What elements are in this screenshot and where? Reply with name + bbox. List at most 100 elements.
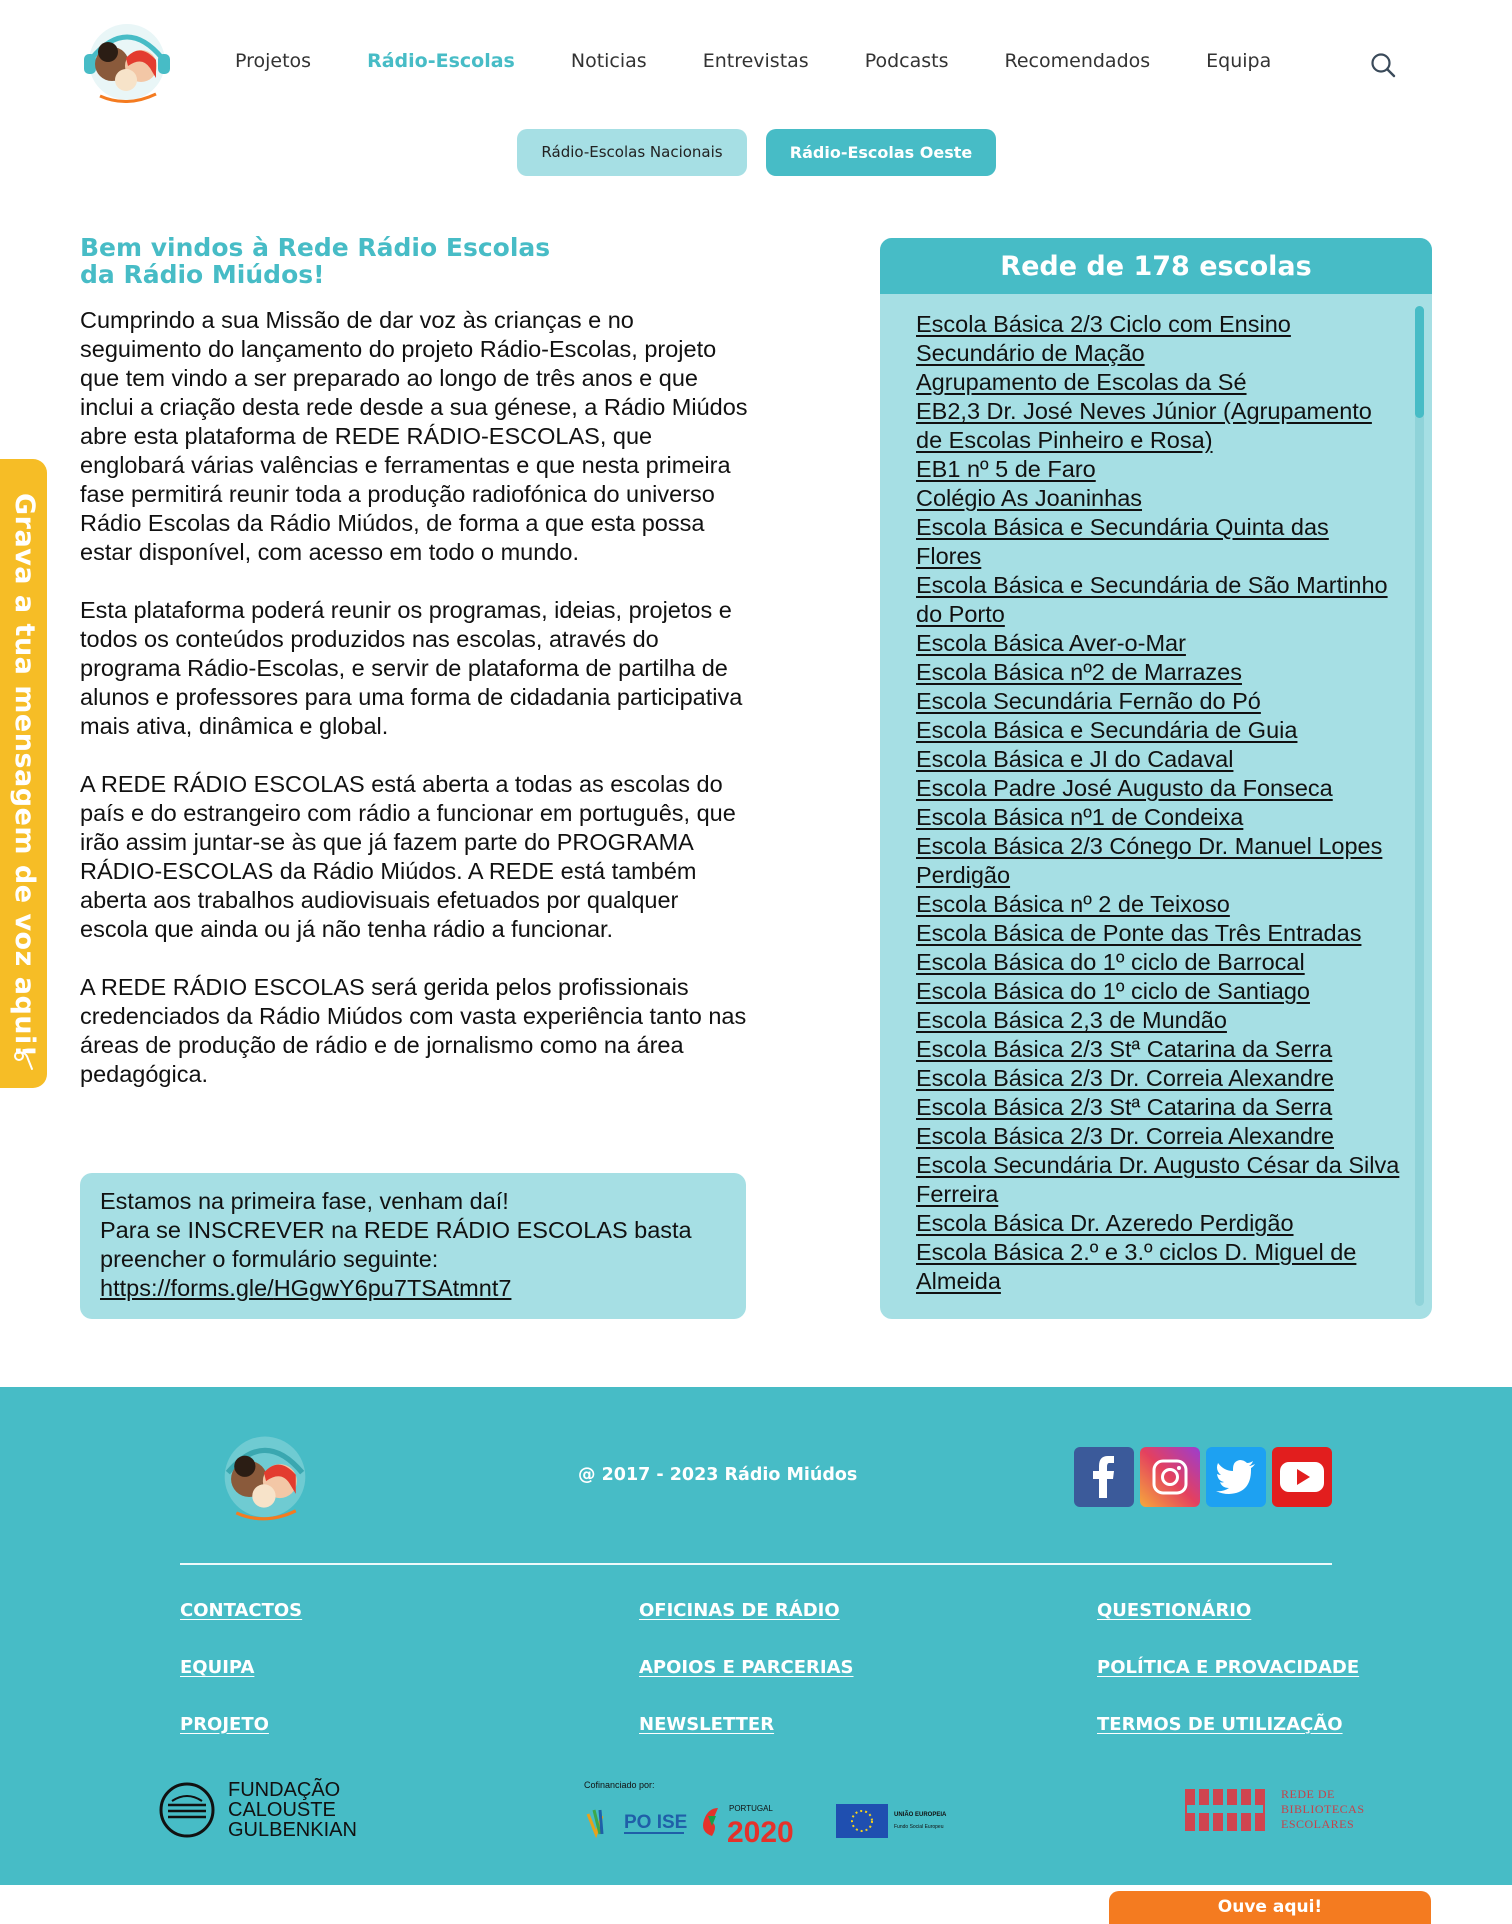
facebook-link[interactable] bbox=[1074, 1447, 1134, 1507]
youtube-link[interactable] bbox=[1272, 1447, 1332, 1507]
school-list-item: Escola Secundária Dr. Augusto César da S… bbox=[916, 1151, 1400, 1209]
tab-radio-escolas-nacionais[interactable]: Rádio-Escolas Nacionais bbox=[517, 129, 747, 176]
school-list-item: Escola Básica nº 2 de Teixoso bbox=[916, 890, 1400, 919]
school-list-item: Escola Básica Aver-o-Mar bbox=[916, 629, 1400, 658]
school-list-item: Escola Básica e Secundária Quinta das Fl… bbox=[916, 513, 1400, 571]
gulbenkian-logo-icon bbox=[159, 1782, 215, 1838]
school-link[interactable]: Escola Básica do 1º ciclo de Santiago bbox=[916, 978, 1310, 1004]
radio-miudos-logo[interactable] bbox=[78, 18, 176, 110]
signup-form-link[interactable]: https://forms.gle/HGgwY6pu7TSAtmnt7 bbox=[100, 1275, 511, 1301]
partner-rede-bibliotecas[interactable]: REDE DE BIBLIOTECAS ESCOLARES bbox=[1185, 1787, 1365, 1832]
svg-text:UNIÃO EUROPEIA: UNIÃO EUROPEIA bbox=[894, 1811, 947, 1818]
intro-body: Cumprindo a sua Missão de dar voz às cri… bbox=[80, 306, 750, 1118]
school-link[interactable]: Escola Básica 2/3 Dr. Correia Alexandre bbox=[916, 1065, 1334, 1091]
footer-link-contactos[interactable]: CONTACTOS bbox=[180, 1600, 302, 1621]
school-list-item: Escola Padre José Augusto da Fonseca bbox=[916, 774, 1400, 803]
school-link[interactable]: Escola Básica nº2 de Marrazes bbox=[916, 659, 1242, 685]
school-link[interactable]: Escola Básica e Secundária de São Martin… bbox=[916, 572, 1388, 627]
footer-link-equipa[interactable]: EQUIPA bbox=[180, 1657, 254, 1678]
school-list-item: Escola Básica e Secundária de Guia bbox=[916, 716, 1400, 745]
instagram-link[interactable] bbox=[1140, 1447, 1200, 1507]
footer-link-newsletter[interactable]: NEWSLETTER bbox=[639, 1714, 774, 1735]
school-link[interactable]: Escola Básica e JI do Cadaval bbox=[916, 746, 1233, 772]
tab-radio-escolas-oeste[interactable]: Rádio-Escolas Oeste bbox=[766, 129, 996, 176]
school-link[interactable]: Escola Básica Dr. Azeredo Perdigão bbox=[916, 1210, 1294, 1236]
search-icon[interactable] bbox=[1370, 52, 1396, 78]
school-link[interactable]: Escola Básica nº1 de Condeixa bbox=[916, 804, 1243, 830]
twitter-link[interactable] bbox=[1206, 1447, 1266, 1507]
voice-message-label: Grava a tua mensagem de voz aqui! bbox=[9, 493, 40, 1058]
nav-noticias[interactable]: Noticias bbox=[571, 50, 647, 72]
footer-link-termos[interactable]: TERMOS DE UTILIZAÇÃO bbox=[1097, 1714, 1343, 1735]
school-list: Escola Básica 2/3 Ciclo com Ensino Secun… bbox=[880, 294, 1400, 1296]
nav-projetos[interactable]: Projetos bbox=[235, 50, 311, 72]
footer-link-apoios[interactable]: APOIOS E PARCERIAS bbox=[639, 1657, 854, 1678]
school-link[interactable]: Escola Básica 2,3 de Mundão bbox=[916, 1007, 1227, 1033]
school-link[interactable]: Escola Básica 2.º e 3.º ciclos D. Miguel… bbox=[916, 1239, 1356, 1294]
gulbenkian-text: FUNDAÇÃO CALOUSTE GULBENKIAN bbox=[228, 1780, 357, 1840]
nav-podcasts[interactable]: Podcasts bbox=[865, 50, 949, 72]
schools-panel-title: Rede de 178 escolas bbox=[880, 238, 1432, 294]
footer-logo[interactable] bbox=[213, 1430, 317, 1528]
footer-link-oficinas[interactable]: OFICINAS DE RÁDIO bbox=[639, 1600, 840, 1621]
school-link[interactable]: Escola Básica 2/3 Ciclo com Ensino Secun… bbox=[916, 311, 1291, 366]
school-link[interactable]: Escola Básica de Ponte das Três Entradas bbox=[916, 920, 1361, 946]
listen-live-button[interactable]: Ouve aqui! bbox=[1109, 1891, 1431, 1924]
school-link[interactable]: Escola Básica e Secundária Quinta das Fl… bbox=[916, 514, 1329, 569]
school-list-item: Escola Secundária Fernão do Pó bbox=[916, 687, 1400, 716]
school-list-item: Escola Básica e Secundária de São Martin… bbox=[916, 571, 1400, 629]
intro-title: Bem vindos à Rede Rádio Escolas da Rádio… bbox=[80, 234, 640, 288]
partner-gulbenkian[interactable]: FUNDAÇÃO CALOUSTE GULBENKIAN bbox=[158, 1780, 357, 1840]
school-link[interactable]: Escola Básica do 1º ciclo de Barrocal bbox=[916, 949, 1305, 975]
school-link[interactable]: Escola Básica 2/3 Stª Catarina da Serra bbox=[916, 1036, 1332, 1062]
schools-panel: Rede de 178 escolas Escola Básica 2/3 Ci… bbox=[880, 238, 1432, 1319]
callout-line1: Estamos na primeira fase, venham daí! bbox=[100, 1188, 509, 1214]
signup-form-link-part2: HGgwY6pu7TSAtmnt7 bbox=[273, 1275, 512, 1301]
nav-radio-escolas[interactable]: Rádio-Escolas bbox=[367, 50, 515, 72]
school-list-item: Escola Básica e JI do Cadaval bbox=[916, 745, 1400, 774]
schools-scrollbar[interactable] bbox=[1415, 306, 1424, 1306]
intro-paragraph: Esta plataforma poderá reunir os program… bbox=[80, 597, 743, 739]
rbe-line: ESCOLARES bbox=[1281, 1817, 1355, 1831]
footer-link-politica[interactable]: POLÍTICA E PROVACIDADE bbox=[1097, 1657, 1359, 1678]
schools-scroll-thumb[interactable] bbox=[1415, 306, 1424, 418]
school-link[interactable]: Agrupamento de Escolas da Sé bbox=[916, 369, 1247, 395]
school-link[interactable]: EB2,3 Dr. José Neves Júnior (Agrupamento… bbox=[916, 398, 1372, 453]
footer-link-projeto[interactable]: PROJETO bbox=[180, 1714, 269, 1735]
school-link[interactable]: Escola Secundária Dr. Augusto César da S… bbox=[916, 1152, 1399, 1207]
header: Projetos Rádio-Escolas Noticias Entrevis… bbox=[0, 0, 1512, 120]
callout-line2: Para se INSCREVER na REDE RÁDIO ESCOLAS … bbox=[100, 1217, 692, 1272]
school-list-item: Escola Básica 2/3 Stª Catarina da Serra bbox=[916, 1093, 1400, 1122]
nav-recomendados[interactable]: Recomendados bbox=[1005, 50, 1151, 72]
rbe-line: BIBLIOTECAS bbox=[1281, 1802, 1365, 1816]
voice-message-tab[interactable]: Grava a tua mensagem de voz aqui! bbox=[0, 459, 47, 1088]
intro-paragraph: Cumprindo a sua Missão de dar voz às cri… bbox=[80, 307, 748, 565]
microphone-icon bbox=[14, 1051, 33, 1070]
footer-divider bbox=[180, 1563, 1332, 1565]
school-list-item: EB1 nº 5 de Faro bbox=[916, 455, 1400, 484]
school-link[interactable]: Escola Básica Aver-o-Mar bbox=[916, 630, 1186, 656]
instagram-icon bbox=[1152, 1459, 1188, 1495]
school-list-item: Escola Básica do 1º ciclo de Santiago bbox=[916, 977, 1400, 1006]
school-link[interactable]: Escola Básica 2/3 Stª Catarina da Serra bbox=[916, 1094, 1332, 1120]
footer-link-questionario[interactable]: QUESTIONÁRIO bbox=[1097, 1600, 1251, 1621]
partner-cofinanciamento[interactable]: Cofinanciado por: PO ISE PORTUGAL 2020 U… bbox=[584, 1780, 954, 1849]
school-link[interactable]: Escola Básica 2/3 Dr. Correia Alexandre bbox=[916, 1123, 1334, 1149]
school-link[interactable]: EB1 nº 5 de Faro bbox=[916, 456, 1096, 482]
school-list-item: Escola Básica 2/3 Cónego Dr. Manuel Lope… bbox=[916, 832, 1400, 890]
school-link[interactable]: Escola Secundária Fernão do Pó bbox=[916, 688, 1261, 714]
gulbenkian-line: CALOUSTE bbox=[228, 1799, 336, 1821]
school-list-item: Agrupamento de Escolas da Sé bbox=[916, 368, 1400, 397]
school-link[interactable]: Colégio As Joaninhas bbox=[916, 485, 1142, 511]
nav-entrevistas[interactable]: Entrevistas bbox=[703, 50, 809, 72]
school-link[interactable]: Escola Básica 2/3 Cónego Dr. Manuel Lope… bbox=[916, 833, 1382, 888]
main-nav: Projetos Rádio-Escolas Noticias Entrevis… bbox=[235, 50, 1327, 72]
school-link[interactable]: Escola Básica nº 2 de Teixoso bbox=[916, 891, 1230, 917]
school-list-item: Escola Básica nº1 de Condeixa bbox=[916, 803, 1400, 832]
school-list-item: Escola Básica 2,3 de Mundão bbox=[916, 1006, 1400, 1035]
school-link[interactable]: Escola Padre José Augusto da Fonseca bbox=[916, 775, 1333, 801]
facebook-icon bbox=[1093, 1456, 1114, 1498]
school-link[interactable]: Escola Básica e Secundária de Guia bbox=[916, 717, 1297, 743]
nav-equipa[interactable]: Equipa bbox=[1206, 50, 1271, 72]
school-list-item: Escola Básica 2/3 Dr. Correia Alexandre bbox=[916, 1122, 1400, 1151]
